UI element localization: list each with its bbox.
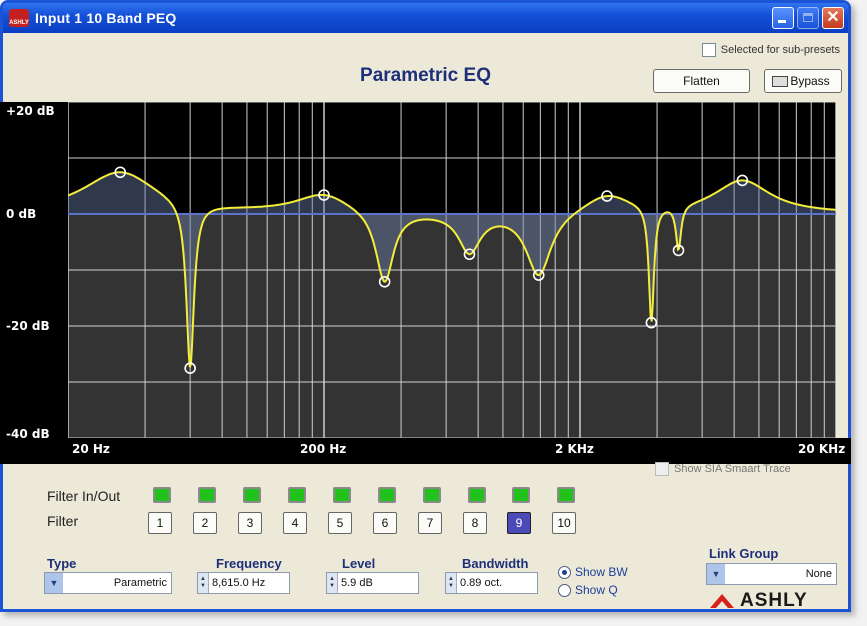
filter-button[interactable]: 10 [552, 512, 576, 534]
filter-enable-toggle[interactable] [198, 487, 216, 503]
filter-enable-toggle[interactable] [423, 487, 441, 503]
show-q-radio[interactable]: Show Q [558, 583, 618, 597]
filter-button[interactable]: 1 [148, 512, 172, 534]
level-value: 5.9 dB [341, 577, 373, 589]
radio-selected-icon[interactable] [558, 565, 571, 579]
y-tick-label: -40 dB [6, 427, 50, 441]
filter-button[interactable]: 9 [507, 512, 531, 534]
filter-button[interactable]: 6 [373, 512, 397, 534]
subpreset-checkbox[interactable] [701, 43, 716, 57]
bandwidth-label: Bandwidth [462, 556, 529, 571]
app-icon-text: ASHLY [9, 20, 29, 26]
show-q-label: Show Q [575, 583, 618, 597]
filter-inout-label: Filter In/Out [47, 488, 121, 504]
brand-name: ASHLY [740, 590, 808, 611]
filter-enable-toggle[interactable] [468, 487, 486, 503]
smaart-option[interactable]: Show SIA Smaart Trace [655, 462, 791, 476]
show-bw-radio[interactable]: Show BW [558, 565, 628, 579]
y-axis-panel [0, 102, 68, 438]
x-tick-label: 2 KHz [555, 442, 594, 456]
filter-button[interactable]: 7 [418, 512, 442, 534]
stepper-arrows-icon[interactable]: ▲ ▼ [327, 573, 338, 593]
filter-enable-toggle[interactable] [378, 487, 396, 503]
show-bw-label: Show BW [575, 565, 628, 579]
stepper-arrows-icon[interactable]: ▲ ▼ [198, 573, 209, 593]
link-group-value: None [805, 568, 832, 580]
ashly-mark-icon [710, 594, 734, 608]
y-tick-label: +20 dB [6, 104, 55, 118]
y-tick-label: 0 dB [6, 207, 37, 221]
window-title: Input 1 10 Band PEQ [35, 10, 177, 26]
filter-label: Filter [47, 513, 79, 529]
minimize-button[interactable] [772, 7, 794, 29]
bypass-button[interactable]: Bypass [764, 69, 842, 93]
filter-enable-toggle[interactable] [557, 487, 575, 503]
filter-enable-toggle[interactable] [512, 487, 530, 503]
filter-enable-toggle[interactable] [288, 487, 306, 503]
x-tick-label: 200 Hz [300, 442, 347, 456]
bypass-indicator-icon [772, 76, 788, 87]
maximize-button[interactable] [797, 7, 819, 29]
bypass-label: Bypass [790, 74, 830, 88]
y-tick-label: -20 dB [6, 319, 50, 333]
x-tick-label: 20 Hz [72, 442, 110, 456]
frequency-stepper[interactable]: ▲ ▼ 8,615.0 Hz [197, 572, 290, 594]
frequency-value: 8,615.0 Hz [212, 577, 266, 589]
stepper-arrows-icon[interactable]: ▲ ▼ [446, 573, 457, 593]
title-bar[interactable]: ASHLY Input 1 10 Band PEQ ✕ [3, 3, 848, 33]
chevron-down-icon[interactable]: ▼ [45, 573, 63, 593]
filter-enable-toggle[interactable] [333, 487, 351, 503]
link-group-label: Link Group [709, 546, 779, 561]
type-select[interactable]: ▼ Parametric [44, 572, 172, 594]
radio-unselected-icon[interactable] [558, 583, 571, 597]
level-label: Level [342, 556, 376, 571]
type-label: Type [47, 556, 77, 571]
filter-enable-toggle[interactable] [153, 487, 171, 503]
subpreset-option[interactable]: Selected for sub-presets [701, 43, 840, 57]
app-icon: ASHLY [9, 9, 29, 27]
level-stepper[interactable]: ▲ ▼ 5.9 dB [326, 572, 419, 594]
eq-plot[interactable] [68, 102, 836, 438]
filter-button[interactable]: 3 [238, 512, 262, 534]
link-group-select[interactable]: ▼ None [706, 563, 837, 585]
bandwidth-value: 0.89 oct. [460, 577, 503, 589]
x-axis-panel [0, 438, 851, 464]
ashly-logo: ASHLY [710, 590, 808, 612]
frequency-label: Frequency [216, 556, 282, 571]
close-button[interactable]: ✕ [822, 7, 844, 29]
bandwidth-stepper[interactable]: ▲ ▼ 0.89 oct. [445, 572, 538, 594]
window-controls: ✕ [772, 7, 844, 29]
type-value: Parametric [113, 577, 167, 589]
flatten-button[interactable]: Flatten [653, 69, 750, 93]
smaart-label: Show SIA Smaart Trace [674, 463, 791, 475]
eq-chart[interactable] [68, 102, 836, 438]
filter-button[interactable]: 8 [463, 512, 487, 534]
filter-button[interactable]: 2 [193, 512, 217, 534]
x-tick-label: 20 KHz [798, 442, 846, 456]
smaart-checkbox[interactable] [655, 462, 669, 476]
chevron-down-icon[interactable]: ▼ [707, 564, 725, 584]
subpreset-label: Selected for sub-presets [720, 44, 840, 56]
filter-button[interactable]: 5 [328, 512, 352, 534]
filter-button[interactable]: 4 [283, 512, 307, 534]
filter-enable-toggle[interactable] [243, 487, 261, 503]
